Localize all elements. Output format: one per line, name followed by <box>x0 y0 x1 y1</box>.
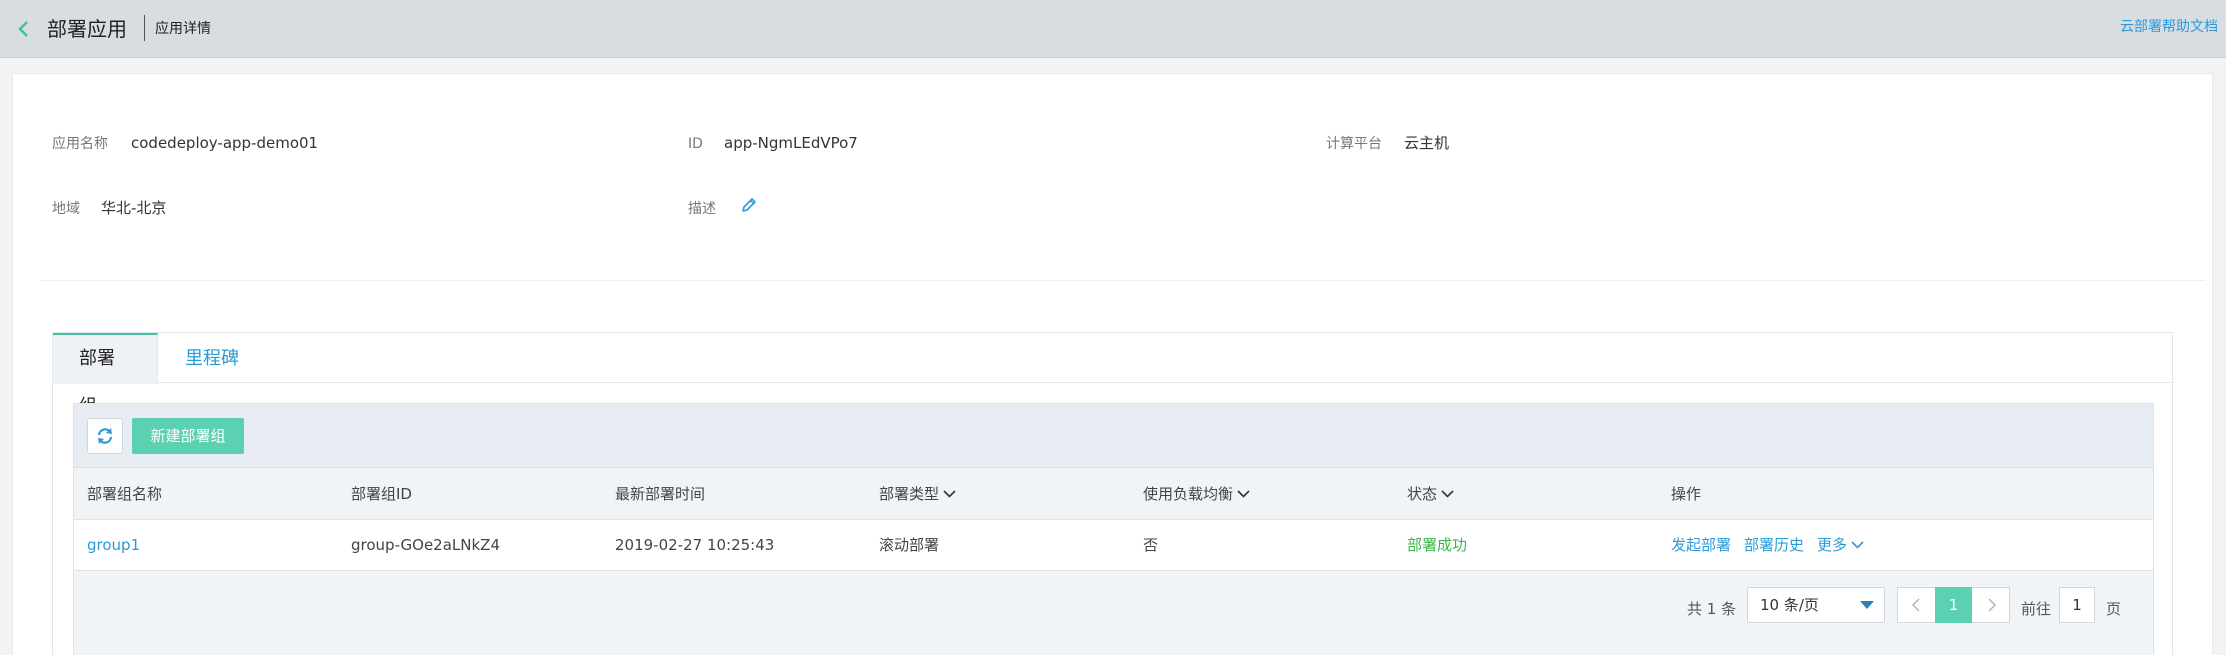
column-header-id: 部署组ID <box>351 485 412 503</box>
tab-milestones[interactable]: 里程碑 <box>159 333 265 384</box>
deploy-time-cell: 2019-02-27 10:25:43 <box>615 536 775 554</box>
description-label: 描述 <box>688 201 716 217</box>
more-actions-dropdown[interactable]: 更多 <box>1817 520 1864 571</box>
table-toolbar: 新建部署组 <box>74 404 2153 468</box>
table-header: 部署组名称 部署组ID 最新部署时间 部署类型 使用负载均衡 状态 操作 <box>74 468 2153 520</box>
new-deploy-group-button[interactable]: 新建部署组 <box>132 418 244 454</box>
caret-down-icon <box>1860 601 1874 609</box>
page-unit-label: 页 <box>2106 600 2122 618</box>
pager: 1 <box>1897 587 2010 623</box>
edit-pencil-icon[interactable] <box>740 196 758 214</box>
platform-label: 计算平台 <box>1326 136 1382 152</box>
goto-label: 前往 <box>2021 600 2052 618</box>
total-count: 共 1 条 <box>1687 600 1737 618</box>
breadcrumb-subtitle: 应用详情 <box>155 21 211 37</box>
chevron-left-icon <box>1911 598 1920 612</box>
deploy-history-link[interactable]: 部署历史 <box>1744 520 1804 571</box>
region-label: 地域 <box>52 201 80 217</box>
more-actions-label: 更多 <box>1817 536 1848 554</box>
help-doc-link[interactable]: 云部署帮助文档 <box>2120 17 2218 37</box>
page-size-select[interactable]: 10 条/页 <box>1747 587 1885 623</box>
current-page-button[interactable]: 1 <box>1935 587 1972 623</box>
platform-value: 云主机 <box>1404 134 1450 152</box>
next-page-button[interactable] <box>1973 588 2010 622</box>
section-divider <box>40 280 2206 281</box>
refresh-icon <box>97 428 113 444</box>
app-id-value: app-NgmLEdVPo7 <box>724 134 858 152</box>
title-divider <box>144 15 145 41</box>
pagination-bar: 共 1 条 10 条/页 1 前往 页 <box>74 571 2153 655</box>
app-name-label: 应用名称 <box>52 136 108 152</box>
deploy-group-table: 新建部署组 部署组名称 部署组ID 最新部署时间 部署类型 使用负载均衡 状态 … <box>73 403 2154 655</box>
column-header-lb: 使用负载均衡 <box>1143 485 1234 503</box>
column-header-status-filter[interactable]: 状态 <box>1407 468 1454 520</box>
chevron-down-icon <box>943 489 956 498</box>
group-name-link[interactable]: group1 <box>87 520 140 571</box>
refresh-button[interactable] <box>87 418 123 454</box>
column-header-status: 状态 <box>1407 485 1438 503</box>
start-deploy-link[interactable]: 发起部署 <box>1671 520 1731 571</box>
region-value: 华北-北京 <box>101 199 167 217</box>
column-header-lb-filter[interactable]: 使用负载均衡 <box>1143 468 1250 520</box>
status-cell: 部署成功 <box>1407 536 1468 554</box>
back-arrow-icon[interactable] <box>14 18 34 40</box>
chevron-right-icon <box>1988 598 1997 612</box>
group-id-cell: group-GOe2aLNkZ4 <box>351 536 501 554</box>
page-title: 部署应用 <box>47 17 127 41</box>
load-balancer-cell: 否 <box>1143 536 1159 554</box>
tabs-container: 部署组 里程碑 新建部署组 部署组名称 部署组ID 最新部署时间 部署类型 <box>52 332 2173 655</box>
app-id-label: ID <box>688 136 703 152</box>
tab-strip: 部署组 里程碑 <box>53 333 2172 417</box>
goto-page-input[interactable] <box>2059 587 2095 623</box>
top-bar: 部署应用 应用详情 云部署帮助文档 <box>0 0 2226 58</box>
deploy-type-cell: 滚动部署 <box>879 536 940 554</box>
app-name-value: codedeploy-app-demo01 <box>131 134 319 152</box>
column-header-type-filter[interactable]: 部署类型 <box>879 468 956 520</box>
chevron-down-icon <box>1441 489 1454 498</box>
chevron-down-icon <box>1237 489 1250 498</box>
column-header-name: 部署组名称 <box>87 485 163 503</box>
column-header-actions: 操作 <box>1671 485 1702 503</box>
chevron-down-icon <box>1851 540 1864 549</box>
column-header-time: 最新部署时间 <box>615 485 706 503</box>
column-header-type: 部署类型 <box>879 485 940 503</box>
table-row: group1 group-GOe2aLNkZ4 2019-02-27 10:25… <box>74 520 2153 571</box>
prev-page-button[interactable] <box>1898 588 1935 622</box>
page-size-value: 10 条/页 <box>1760 596 1819 614</box>
tab-deploy-groups[interactable]: 部署组 <box>53 333 158 417</box>
